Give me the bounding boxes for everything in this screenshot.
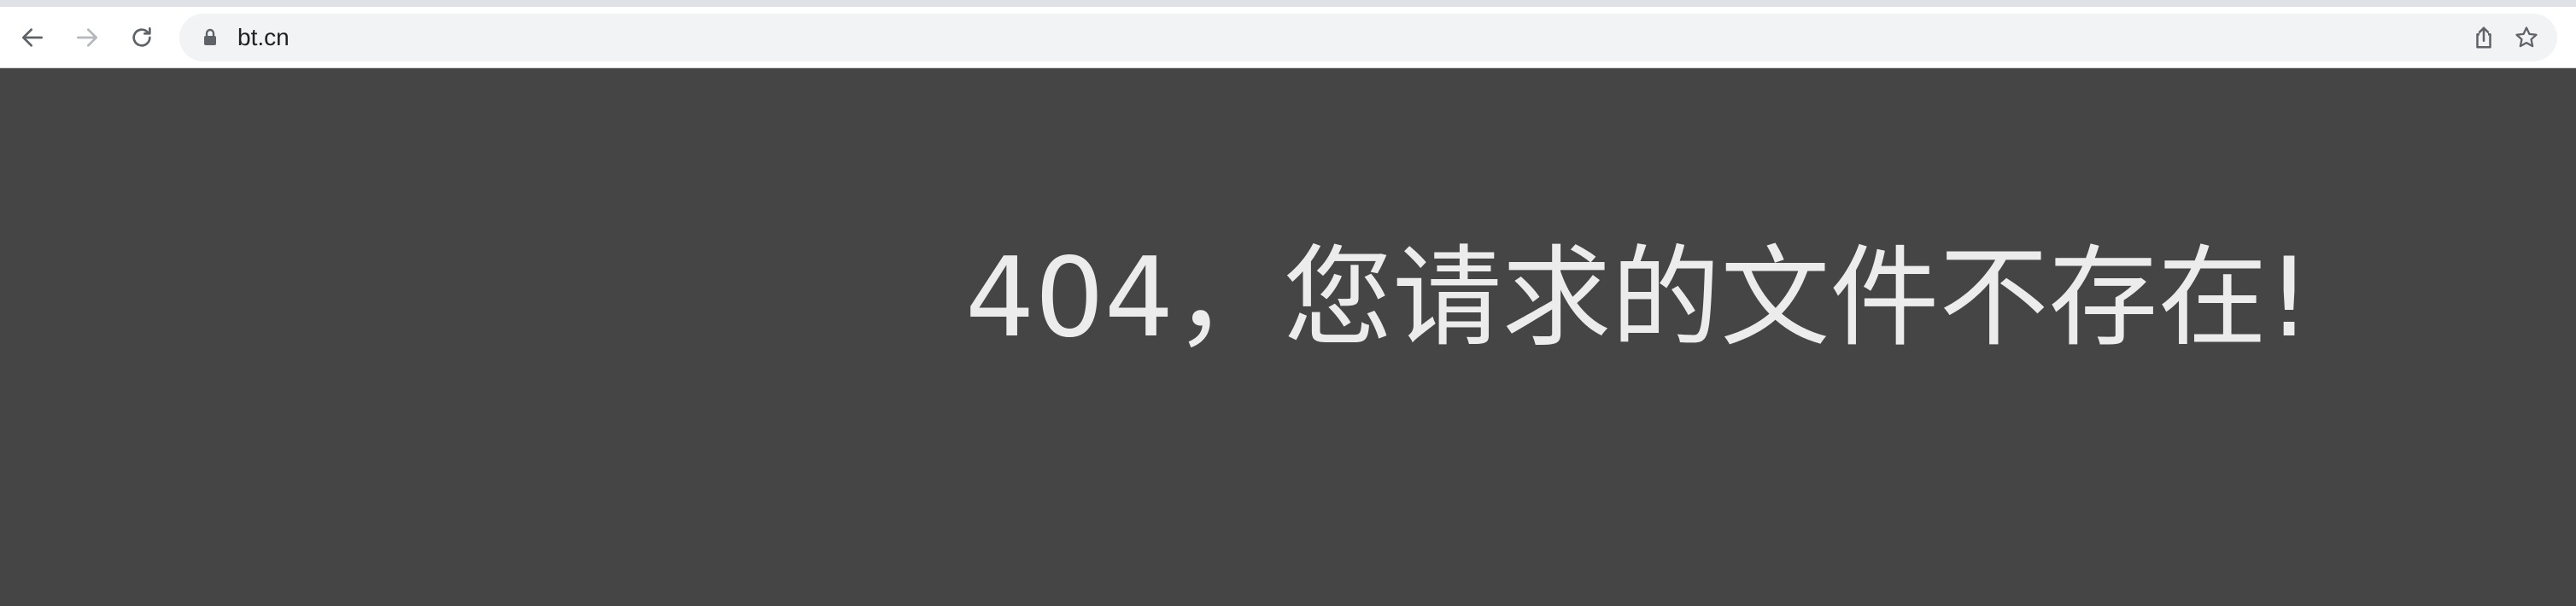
forward-button[interactable] xyxy=(65,15,109,60)
error-message: 404，您请求的文件不存在! xyxy=(965,235,2311,362)
share-icon xyxy=(2476,26,2491,49)
forward-arrow-icon xyxy=(77,28,97,47)
reload-button[interactable] xyxy=(120,15,164,60)
browser-toolbar: bt.cn xyxy=(0,7,2576,68)
lock-icon[interactable] xyxy=(200,27,220,48)
url-text[interactable]: bt.cn xyxy=(237,14,290,61)
star-icon xyxy=(2515,26,2538,48)
page-content: 404，您请求的文件不存在! xyxy=(0,68,2576,606)
address-bar[interactable]: bt.cn xyxy=(179,14,2557,61)
share-button[interactable] xyxy=(2468,22,2499,53)
bookmark-button[interactable] xyxy=(2511,22,2542,53)
back-button[interactable] xyxy=(10,15,55,60)
reload-icon xyxy=(132,27,151,47)
browser-top-strip xyxy=(0,0,2576,7)
back-arrow-icon xyxy=(22,28,43,47)
